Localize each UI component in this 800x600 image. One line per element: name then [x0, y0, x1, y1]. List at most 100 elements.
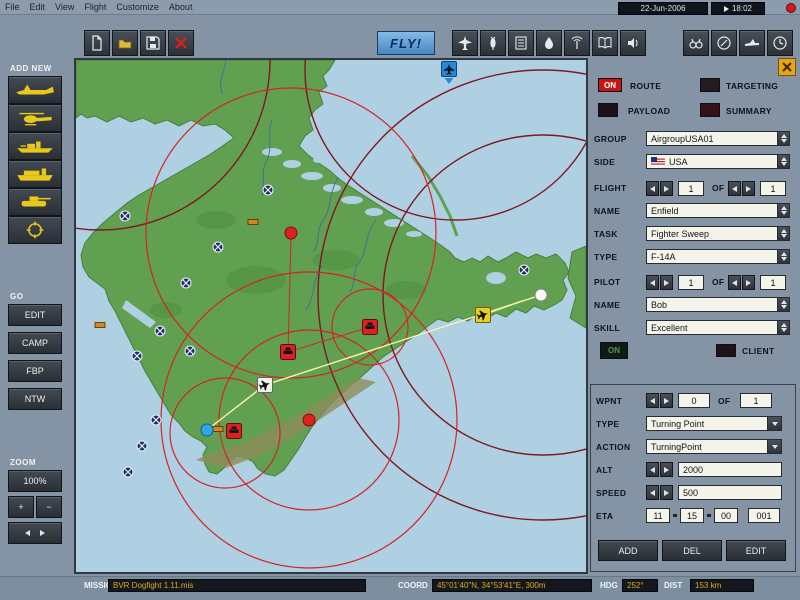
flight-prev-button[interactable] — [646, 181, 659, 196]
skill-field[interactable]: Excellent — [646, 320, 790, 335]
add-aircraft-button[interactable] — [8, 76, 62, 104]
wpnt-number-field[interactable]: 0 — [678, 393, 710, 408]
airfield-marker[interactable] — [120, 211, 130, 221]
convoy-marker[interactable] — [95, 323, 105, 328]
task-field[interactable]: Fighter Sweep — [646, 226, 790, 241]
enemy-flight-marker[interactable] — [476, 308, 491, 323]
task-spinner[interactable] — [777, 227, 789, 240]
delete-button[interactable] — [168, 30, 194, 56]
zoom-in-button[interactable]: + — [8, 496, 34, 518]
fly-button[interactable]: FLY! — [377, 31, 435, 55]
airfield-marker[interactable] — [155, 326, 165, 336]
airfield-marker[interactable] — [185, 346, 195, 356]
toolbar-briefing-button[interactable] — [592, 30, 618, 56]
selected-flight-marker[interactable] — [258, 378, 273, 393]
wp-action-dropdown[interactable] — [767, 440, 781, 453]
pilot-number-field[interactable]: 1 — [678, 275, 704, 290]
close-panel-button[interactable] — [778, 58, 796, 76]
speed-up-button[interactable] — [660, 485, 673, 500]
open-mission-button[interactable] — [112, 30, 138, 56]
view-button[interactable] — [683, 30, 709, 56]
compass-button[interactable] — [711, 30, 737, 56]
pan-button[interactable] — [8, 522, 62, 544]
add-ship-button[interactable] — [8, 132, 62, 160]
airfield-marker[interactable] — [132, 351, 142, 361]
alt-up-button[interactable] — [660, 462, 673, 477]
toolbar-fuel-button[interactable] — [536, 30, 562, 56]
type-field[interactable]: F-14A — [646, 249, 790, 264]
wpnt-next-button[interactable] — [660, 393, 673, 408]
pilot-total-prev-button[interactable] — [728, 275, 741, 290]
pilot-total-next-button[interactable] — [742, 275, 755, 290]
time-options-button[interactable] — [767, 30, 793, 56]
flight-total-field[interactable]: 1 — [760, 181, 786, 196]
side-field[interactable]: USA — [646, 154, 790, 169]
eta-hours-field[interactable]: 11 — [646, 508, 670, 523]
flight-total-next-button[interactable] — [742, 181, 755, 196]
convoy-marker[interactable] — [213, 427, 223, 432]
menu-about[interactable]: About — [169, 2, 193, 12]
menu-view[interactable]: View — [55, 2, 74, 12]
enemy-ground-unit[interactable] — [363, 320, 378, 335]
wpnt-total-field[interactable]: 1 — [740, 393, 772, 408]
zoom-level-button[interactable]: 100% — [8, 470, 62, 492]
pilot-next-button[interactable] — [660, 275, 673, 290]
menu-customize[interactable]: Customize — [116, 2, 159, 12]
eta-seconds-field[interactable]: 00 — [714, 508, 738, 523]
summary-toggle[interactable] — [700, 103, 720, 117]
toolbar-weapons-button[interactable] — [480, 30, 506, 56]
wpnt-prev-button[interactable] — [646, 393, 659, 408]
enemy-ground-unit[interactable] — [227, 424, 242, 439]
toolbar-aircraft-button[interactable] — [452, 30, 478, 56]
waypoint-add-button[interactable]: ADD — [598, 540, 658, 561]
model-view-button[interactable] — [739, 30, 765, 56]
alt-field[interactable]: 2000 — [678, 462, 782, 477]
wp-action-field[interactable]: TurningPoint — [646, 439, 782, 454]
skill-spinner[interactable] — [777, 321, 789, 334]
flight-number-field[interactable]: 1 — [678, 181, 704, 196]
enemy-sam-marker[interactable] — [303, 414, 315, 426]
pilot-total-field[interactable]: 1 — [760, 275, 786, 290]
waypoint-marker[interactable] — [535, 289, 547, 301]
toolbar-radio-button[interactable] — [564, 30, 590, 56]
go-ntw-button[interactable]: NTW — [8, 388, 62, 410]
menu-flight[interactable]: Flight — [84, 2, 106, 12]
toolbar-notes-button[interactable] — [508, 30, 534, 56]
zoom-out-button[interactable]: − — [36, 496, 62, 518]
enemy-ground-unit[interactable] — [281, 345, 296, 360]
flight-next-button[interactable] — [660, 181, 673, 196]
waypoint-del-button[interactable]: DEL — [662, 540, 722, 561]
pilot-prev-button[interactable] — [646, 275, 659, 290]
wp-type-dropdown[interactable] — [767, 417, 781, 430]
speed-field[interactable]: 500 — [678, 485, 782, 500]
speed-down-button[interactable] — [646, 485, 659, 500]
name-field[interactable]: Enfield — [646, 203, 790, 218]
flight-total-prev-button[interactable] — [728, 181, 741, 196]
eta-day-field[interactable]: 001 — [748, 508, 780, 523]
go-edit-button[interactable]: EDIT — [8, 304, 62, 326]
airfield-marker[interactable] — [181, 278, 191, 288]
airfield-marker[interactable] — [123, 467, 133, 477]
airfield-marker[interactable] — [137, 441, 147, 451]
targeting-toggle[interactable] — [700, 78, 720, 92]
pilot-name-field[interactable]: Bob — [646, 297, 790, 312]
menu-file[interactable]: File — [5, 2, 20, 12]
eta-minutes-field[interactable]: 15 — [680, 508, 704, 523]
toolbar-sound-button[interactable] — [620, 30, 646, 56]
type-spinner[interactable] — [777, 250, 789, 263]
group-field[interactable]: AirgroupUSA01 — [646, 131, 790, 146]
mission-map[interactable] — [74, 58, 588, 574]
alt-down-button[interactable] — [646, 462, 659, 477]
route-toggle[interactable]: ON — [598, 78, 622, 92]
new-mission-button[interactable] — [84, 30, 110, 56]
go-camp-button[interactable]: CAMP — [8, 332, 62, 354]
pilot-name-spinner[interactable] — [777, 298, 789, 311]
airfield-marker[interactable] — [263, 185, 273, 195]
airfield-marker[interactable] — [213, 242, 223, 252]
add-helicopter-button[interactable] — [8, 104, 62, 132]
enemy-sam-marker[interactable] — [285, 227, 297, 239]
side-spinner[interactable] — [777, 155, 789, 168]
go-fbp-button[interactable]: FBP — [8, 360, 62, 382]
payload-toggle[interactable] — [598, 103, 618, 117]
add-static-object-button[interactable] — [8, 216, 62, 244]
